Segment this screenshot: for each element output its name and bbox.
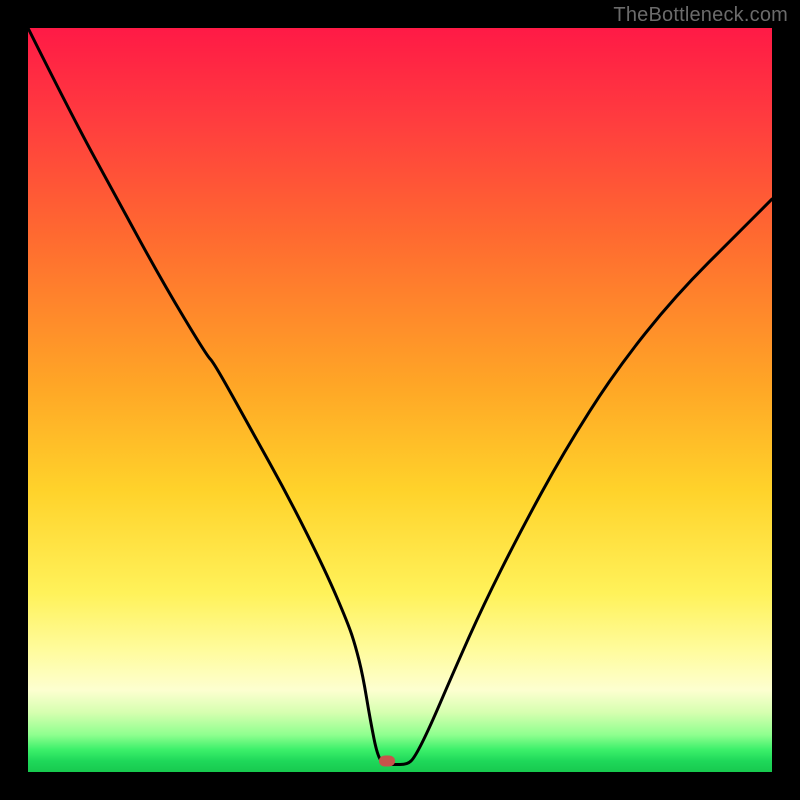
chart-plot-area	[28, 28, 772, 772]
watermark-text: TheBottleneck.com	[613, 4, 788, 27]
chart-frame: TheBottleneck.com	[0, 0, 800, 800]
bottleneck-curve	[28, 28, 772, 772]
optimum-marker	[379, 755, 395, 766]
